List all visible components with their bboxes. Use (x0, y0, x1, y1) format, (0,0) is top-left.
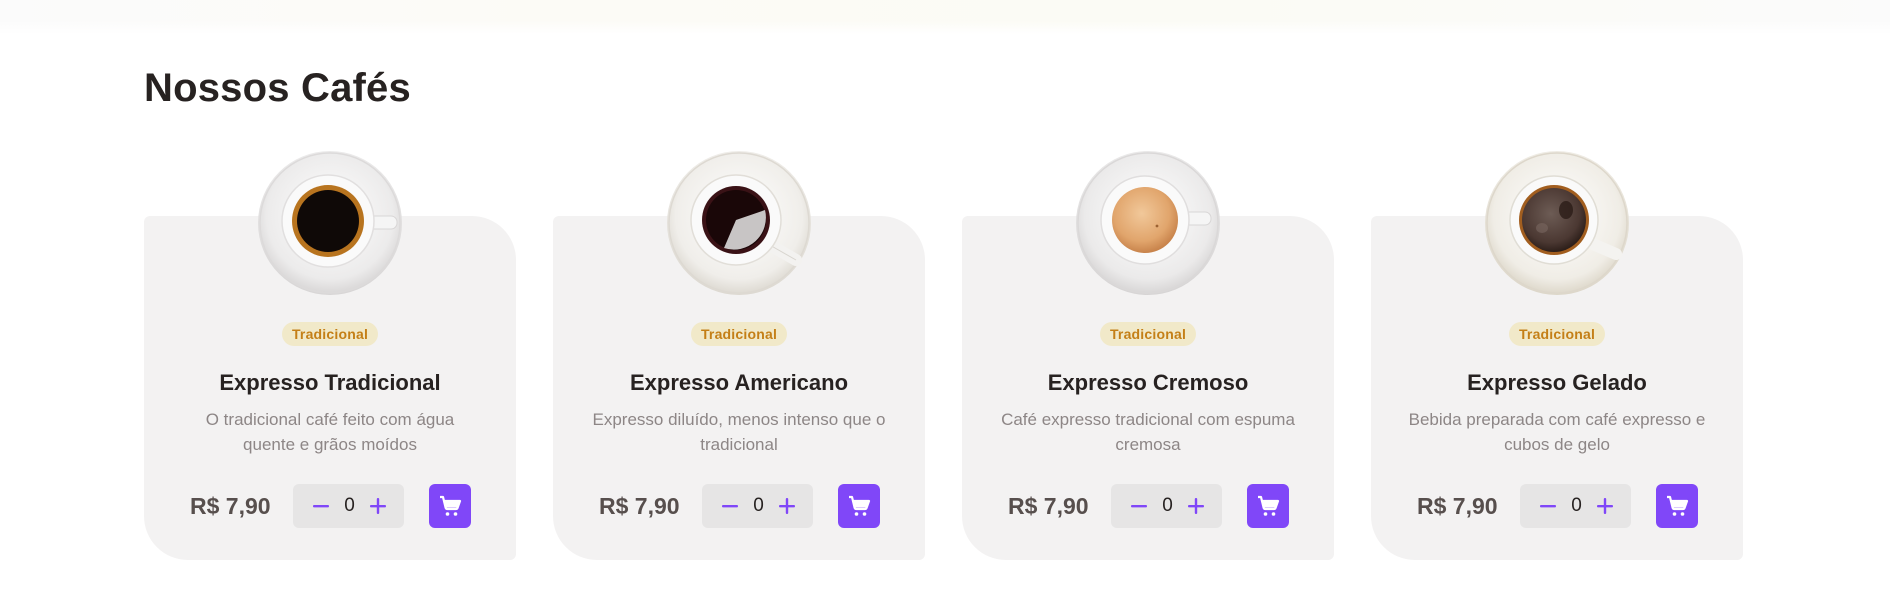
coffee-card: Tradicional Expresso Tradicional O tradi… (144, 151, 516, 560)
header-fade (0, 0, 1890, 34)
product-price: R$ 7,90 (190, 492, 271, 519)
decrease-button[interactable] (1127, 494, 1151, 518)
product-description: Expresso diluído, menos intenso que o tr… (592, 410, 886, 454)
quantity-stepper: 0 (1111, 484, 1222, 528)
product-price: R$ 7,90 (599, 492, 680, 519)
quantity-value: 0 (1571, 495, 1582, 516)
product-footer: R$ 7,90 0 (190, 484, 471, 528)
coffee-card: Tradicional Expresso Cremoso Café expres… (962, 151, 1334, 560)
plus-icon (369, 498, 386, 514)
increase-button[interactable] (1184, 494, 1208, 518)
add-to-cart-button[interactable] (429, 484, 471, 528)
tag-badge: Tradicional (281, 322, 379, 346)
product-name: Expresso Cremoso (1047, 370, 1249, 395)
quantity-value: 0 (344, 495, 355, 516)
coffee-cup-image (667, 151, 811, 295)
product-footer: R$ 7,90 0 (1008, 484, 1289, 528)
minus-icon (1540, 505, 1556, 508)
add-to-cart-button[interactable] (838, 484, 880, 528)
add-to-cart-button[interactable] (1656, 484, 1698, 528)
product-name: Expresso Gelado (1467, 370, 1647, 395)
quantity-stepper: 0 (702, 484, 813, 528)
product-price: R$ 7,90 (1417, 492, 1498, 519)
minus-icon (313, 505, 329, 508)
coffee-list: Tradicional Expresso Tradicional O tradi… (144, 151, 1743, 560)
product-footer: R$ 7,90 0 (1417, 484, 1698, 528)
add-to-cart-button[interactable] (1247, 484, 1289, 528)
coffee-cup-image (1076, 151, 1220, 295)
coffee-cup-image (258, 151, 402, 295)
coffee-card: Tradicional Expresso Americano Expresso … (553, 151, 925, 560)
decrease-button[interactable] (718, 494, 742, 518)
tag-badge: Tradicional (690, 322, 788, 346)
coffee-cup-image (1485, 151, 1629, 295)
plus-icon (778, 498, 795, 514)
coffee-card: Tradicional Expresso Gelado Bebida prepa… (1371, 151, 1743, 560)
minus-icon (722, 505, 738, 508)
plus-icon (1187, 498, 1204, 514)
increase-button[interactable] (1593, 494, 1617, 518)
quantity-stepper: 0 (1520, 484, 1631, 528)
product-name: Expresso Americano (629, 370, 849, 395)
cart-icon (849, 495, 871, 516)
quantity-value: 0 (753, 495, 764, 516)
cart-icon (1258, 495, 1280, 516)
quantity-value: 0 (1162, 495, 1173, 516)
tag-badge: Tradicional (1508, 322, 1606, 346)
product-description: Bebida preparada com café expresso e cub… (1408, 410, 1706, 454)
plus-icon (1596, 498, 1613, 514)
minus-icon (1131, 505, 1147, 508)
product-description: O tradicional café feito com água quente… (205, 410, 455, 454)
cart-icon (1667, 495, 1689, 516)
product-name: Expresso Tradicional (219, 370, 441, 395)
product-footer: R$ 7,90 0 (599, 484, 880, 528)
tag-badge: Tradicional (1099, 322, 1197, 346)
decrease-button[interactable] (1536, 494, 1560, 518)
increase-button[interactable] (366, 494, 390, 518)
increase-button[interactable] (775, 494, 799, 518)
section-title: Nossos Cafés (144, 66, 411, 110)
product-description: Café expresso tradicional com espuma cre… (1001, 410, 1295, 454)
cart-icon (440, 495, 462, 516)
product-price: R$ 7,90 (1008, 492, 1089, 519)
quantity-stepper: 0 (293, 484, 404, 528)
decrease-button[interactable] (309, 494, 333, 518)
